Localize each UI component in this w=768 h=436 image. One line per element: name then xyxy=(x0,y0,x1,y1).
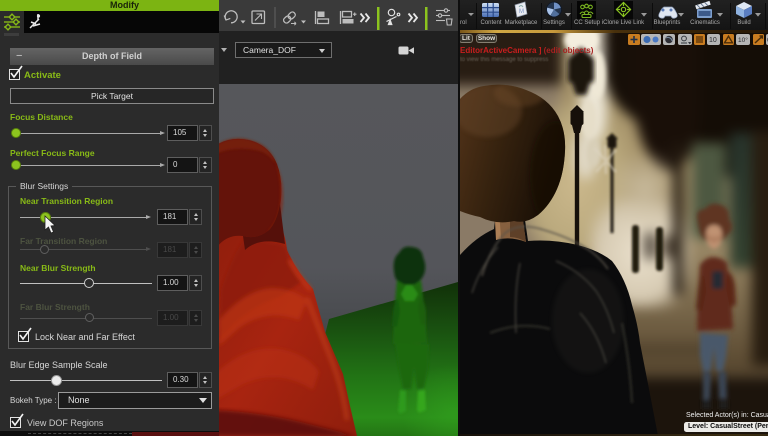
svg-text:10°: 10° xyxy=(738,36,748,44)
svg-text:10: 10 xyxy=(709,37,717,44)
svg-text:M: M xyxy=(519,9,524,15)
